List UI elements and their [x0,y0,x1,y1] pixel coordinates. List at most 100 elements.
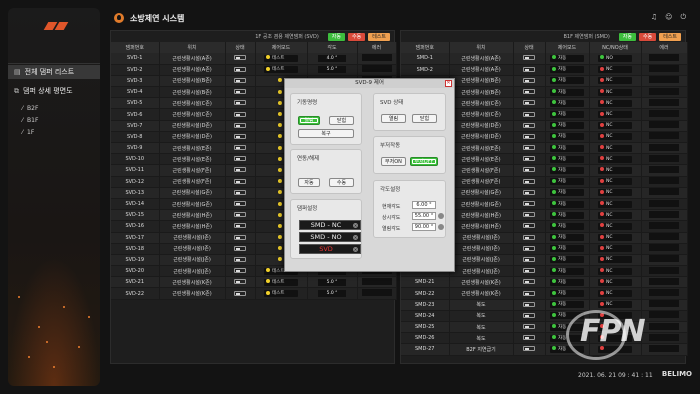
nc-no-cell: NC [589,265,642,278]
angle-cell: 5.0 ° [307,287,358,300]
page-title: 소방제연 시스템 [130,13,185,23]
damper-location: 복도 [449,321,514,334]
smd-no-option[interactable]: SMD - NO ✕ [299,232,361,242]
manual-button[interactable]: 수동 [638,32,657,41]
mode-pill: 자동 [550,234,584,242]
error-box [361,289,392,297]
status-cell [513,276,546,289]
table-row[interactable]: SMD-2 근린생활시설(A존) 자동 NC [401,64,688,76]
damper-id: SMD-25 [401,321,450,334]
mode-label: 자동 [558,257,567,263]
damper-location: 근린생활시설(J존) [159,254,226,267]
mode-pill: 자동 [550,245,584,253]
mode-label: 테스트 [272,55,285,61]
damper-location: 복도 [449,332,514,345]
status-icon [523,89,535,95]
status-dot [552,122,556,127]
angle-value: 5.0 ° [318,290,346,298]
damper-location: 근린생활시설(H존) [159,220,226,233]
bell-icon[interactable]: ♫ [651,13,657,22]
error-box [649,255,679,263]
error-cell [641,187,688,199]
close-button[interactable]: 닫힘 [329,116,354,125]
damper-location: 근린생활시설(A존) [159,64,226,76]
sidebar-floor-b2f[interactable]: ⁄ B2F [22,105,38,112]
option-label: SMD - NO [310,233,342,241]
status-dot [278,100,282,105]
dialog-title: SVD-9 제어 [355,80,384,86]
status-dot [552,156,556,161]
status-dot [552,189,556,194]
confirm-icon[interactable] [438,224,444,230]
table-row[interactable]: SMD-21 근린생활시설(K존) 자동 NC [401,276,688,289]
table-row[interactable]: SMD-1 근린생활시설(A존) 자동 NO [401,53,688,65]
status-dot [600,167,604,172]
sidebar-item-floor-plan[interactable]: ⧉ 댐퍼 상세 평면도 [8,84,100,98]
nc-no-cell: NC [589,142,642,155]
mode-label: 자동 [558,279,567,285]
column-header: NC/NO상태 [589,42,642,53]
status-icon [234,256,246,262]
svd-option[interactable]: SVD ✕ [299,244,361,254]
damper-id: SMD-27 [401,343,450,356]
open-button[interactable]: 열림 [298,116,320,125]
status-cell [513,232,546,244]
mode-pill: 테스트 [264,290,298,298]
close-angle-input[interactable]: 90.00 ° [412,223,436,231]
test-button[interactable]: 테스트 [368,32,390,41]
sidebar-floor-1f[interactable]: ⁄ 1F [22,129,34,136]
user-icon[interactable]: ☺ [665,13,672,22]
power-icon[interactable]: ⏻ [680,13,686,22]
confirm-icon[interactable] [438,213,444,219]
mode-pill: 자동 [550,133,584,141]
error-cell [357,276,397,289]
buzzer-on-button[interactable]: 부저ON [381,157,406,166]
sidebar-item-damper-list[interactable]: ▤ 전체 댐퍼 리스트 [8,65,100,79]
nc-label: NC [606,279,613,285]
table-row[interactable]: SVD-2 근린생활시설(A존) 테스트 5.0 ° [111,64,397,76]
error-box [649,53,679,61]
status-dot [600,100,604,105]
open-angle-label: 상시각도 [382,215,401,221]
auto-button[interactable]: 자동 [327,32,345,41]
table-row[interactable]: SMD-22 근린생활시설(K존) 자동 NC [401,287,688,300]
error-cell [641,142,688,155]
mode-label: 테스트 [272,291,285,297]
status-dot [552,256,556,261]
error-box [649,210,679,218]
mode-label: 자동 [558,156,567,162]
auto-button[interactable]: 자동 [618,32,636,41]
close-icon: ✕ [353,223,358,228]
nc-pill: NC [598,166,632,174]
table-row[interactable]: SVD-22 근린생활시설(K존) 테스트 5.0 ° [111,287,397,300]
status-cell [513,108,546,121]
manual-button[interactable]: 수동 [329,178,354,187]
nc-pill: NC [598,178,632,186]
buzzer-off-button[interactable]: 부저OFF [410,157,438,166]
option-label: SMD - NC [310,221,342,229]
open-angle-input[interactable]: 55.00 ° [412,212,436,220]
smd-nc-option[interactable]: SMD - NC ✕ [299,220,361,230]
manual-button[interactable]: 수동 [347,32,366,41]
reset-button[interactable]: 복구 [298,129,354,138]
damper-location: 근린생활시설(K존) [449,287,514,300]
table-row[interactable]: SVD-21 근린생활시설(K존) 테스트 5.0 ° [111,276,397,289]
error-cell [641,176,688,188]
table-row[interactable]: SVD-1 근린생활시설(A존) 테스트 4.0 ° [111,53,397,65]
nc-label: NC [606,100,613,106]
close-icon[interactable]: ✕ [445,80,452,87]
damper-location: 근린생활시설(D존) [449,120,514,132]
auto-button[interactable]: 자동 [298,178,320,187]
sidebar-floor-b1f[interactable]: ⁄ B1F [22,117,38,124]
mode-pill: 자동 [550,155,584,163]
mode-pill: 자동 [550,200,584,208]
status-cell [225,254,256,267]
status-cell [513,176,546,188]
mode-pill: 자동 [550,54,584,62]
status-dot [552,223,556,228]
header: 소방제연 시스템 ♫ ☺ ⏻ [108,8,694,28]
test-button[interactable]: 테스트 [659,32,681,41]
status-dot [266,279,270,284]
status-cell [225,120,256,132]
damper-id: SVD-4 [111,86,160,99]
